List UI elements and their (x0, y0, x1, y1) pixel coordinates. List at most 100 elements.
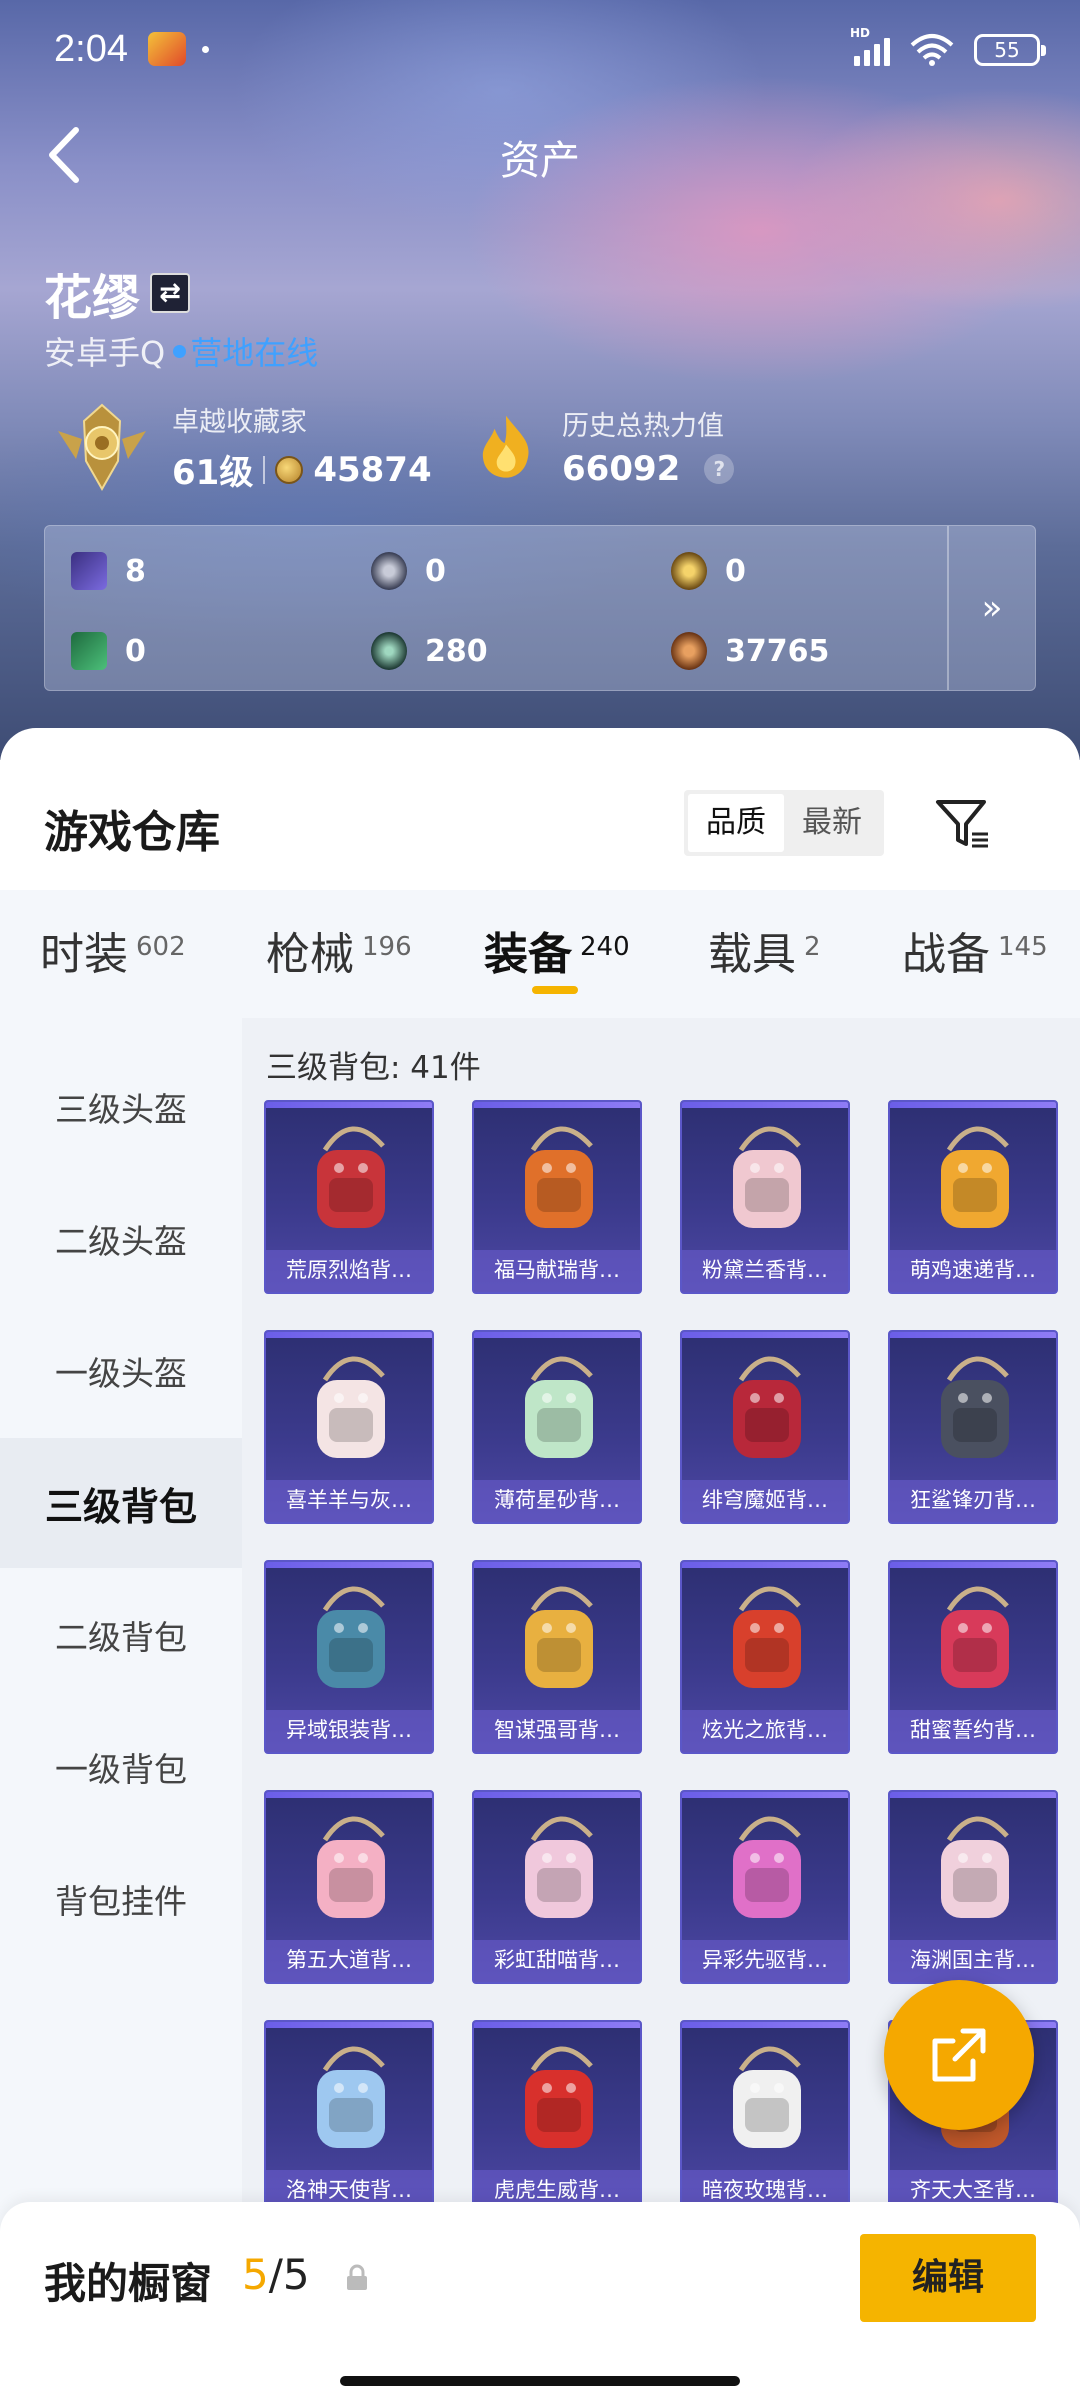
item-name: 薄荷星砂背… (474, 1480, 640, 1522)
tab-supplies[interactable]: 战备 145 (902, 918, 1048, 982)
collector-label: 卓越收藏家 (172, 407, 307, 438)
profile-header: 2:04 HD 55 资产 花缪 ⇄ 安卓手Q 营地在线 卓越收藏家 61级 4… (0, 0, 1080, 760)
item-card[interactable]: 洛神天使背… (264, 2020, 434, 2214)
expand-currencies-button[interactable]: » (947, 526, 1035, 690)
backpack-icon (317, 1816, 385, 1918)
backpack-icon (525, 1356, 593, 1458)
item-name: 甜蜜誓约背… (890, 1710, 1056, 1752)
backpack-icon (525, 1586, 593, 1688)
item-card[interactable]: 荒原烈焰背… (264, 1100, 434, 1294)
filter-icon[interactable] (930, 790, 996, 856)
item-name: 荒原烈焰背… (266, 1250, 432, 1292)
sidebar-item-backpack-3[interactable]: 三级背包 (0, 1438, 242, 1568)
online-status: 营地在线 (190, 334, 319, 372)
item-name: 狂鲨锋刃背… (890, 1480, 1056, 1522)
tab-weapons[interactable]: 枪械 196 (266, 918, 412, 982)
item-card[interactable]: 虎虎生威背… (472, 2020, 642, 2214)
item-name: 海渊国主背… (890, 1940, 1056, 1982)
item-name: 彩虹甜喵背… (474, 1940, 640, 1982)
item-name: 萌鸡速递背… (890, 1250, 1056, 1292)
item-card[interactable]: 智谋强哥背… (472, 1560, 642, 1754)
platform-text: 安卓手Q (44, 334, 166, 372)
gold-badge-icon (671, 552, 707, 590)
edit-button[interactable]: 编辑 (860, 2234, 1036, 2322)
showcase-label: 我的橱窗 (44, 2259, 213, 2308)
username: 花缪 ⇄ (44, 258, 191, 328)
sidebar-item-backpack-2[interactable]: 二级背包 (0, 1570, 242, 1700)
sort-toggle: 品质 最新 (684, 790, 884, 856)
purple-ticket-icon (71, 552, 107, 590)
warehouse-sheet: 游戏仓库 品质 最新 时装 602 枪械 196 装备 240 载具 2 战备 145 三… (0, 728, 1080, 2400)
item-name: 异域银装背… (266, 1710, 432, 1752)
currency-item: 280 (371, 632, 488, 670)
heat-badge[interactable]: 历史总热力值 66092 ? (470, 400, 735, 492)
help-icon[interactable]: ? (704, 453, 735, 484)
tab-equipment[interactable]: 装备 240 (484, 918, 630, 982)
backpack-icon (733, 1356, 801, 1458)
item-card[interactable]: 暗夜玫瑰背… (680, 2020, 850, 2214)
item-card[interactable]: 彩虹甜喵背… (472, 1790, 642, 1984)
item-card[interactable]: 异域银装背… (264, 1560, 434, 1754)
backpack-icon (525, 1126, 593, 1228)
warehouse-title: 游戏仓库 (44, 807, 220, 858)
status-time: 2:04 (54, 28, 128, 70)
item-card[interactable]: 绯穹魔姬背… (680, 1330, 850, 1524)
sidebar-item-helmet-2[interactable]: 二级头盔 (0, 1174, 242, 1304)
heat-value: 66092 (562, 448, 681, 489)
currency-item: 0 (371, 552, 446, 590)
online-dot-icon (173, 344, 187, 358)
status-icons: HD 55 (850, 26, 1046, 70)
sort-quality-button[interactable]: 品质 (688, 794, 784, 852)
username-text: 花缪 (44, 270, 141, 326)
item-card[interactable]: 萌鸡速递背… (888, 1100, 1058, 1294)
sidebar-item-backpack-charm[interactable]: 背包挂件 (0, 1834, 242, 1964)
sidebar-item-helmet-1[interactable]: 一级头盔 (0, 1306, 242, 1436)
item-name: 智谋强哥背… (474, 1710, 640, 1752)
item-card[interactable]: 狂鲨锋刃背… (888, 1330, 1058, 1524)
item-name: 绯穹魔姬背… (682, 1480, 848, 1522)
wifi-icon (910, 34, 954, 66)
item-name: 第五大道背… (266, 1940, 432, 1982)
currency-item: 8 (71, 552, 146, 590)
category-tabs: 时装 602 枪械 196 装备 240 载具 2 战备 145 (0, 890, 1080, 1018)
backpack-icon (317, 1586, 385, 1688)
green-orb-icon (371, 632, 407, 670)
tab-vehicles[interactable]: 载具 2 (708, 918, 821, 982)
tab-fashion[interactable]: 时装 602 (40, 918, 186, 982)
heat-label: 历史总热力值 (562, 410, 724, 442)
flame-icon (482, 415, 529, 478)
divider (263, 455, 266, 484)
item-card[interactable]: 甜蜜誓约背… (888, 1560, 1058, 1754)
home-indicator[interactable] (340, 2376, 740, 2386)
bronze-coin-icon (671, 632, 707, 670)
item-card[interactable]: 薄荷星砂背… (472, 1330, 642, 1524)
item-card[interactable]: 炫光之旅背… (680, 1560, 850, 1754)
switch-account-icon[interactable]: ⇄ (150, 273, 191, 313)
item-name: 粉黛兰香背… (682, 1250, 848, 1292)
network-type: HD (850, 26, 871, 40)
backpack-icon (317, 1356, 385, 1458)
battery-icon: 55 (974, 34, 1046, 66)
currency-panel: 8 0 0 0 280 37765 » (44, 525, 1036, 691)
sidebar-item-helmet-3[interactable]: 三级头盔 (0, 1042, 242, 1172)
item-card[interactable]: 粉黛兰香背… (680, 1100, 850, 1294)
item-card[interactable]: 海渊国主背… (888, 1790, 1058, 1984)
currency-item: 0 (671, 552, 746, 590)
green-ticket-icon (71, 632, 107, 670)
grid-header: 三级背包: 41件 (266, 1050, 481, 1086)
item-card[interactable]: 福马献瑞背… (472, 1100, 642, 1294)
item-card[interactable]: 第五大道背… (264, 1790, 434, 1984)
status-bar: 2:04 HD 55 (0, 0, 1080, 100)
item-card[interactable]: 喜羊羊与灰… (264, 1330, 434, 1524)
notification-dot-icon (202, 46, 209, 53)
item-card[interactable]: 异彩先驱背… (680, 1790, 850, 1984)
sort-newest-button[interactable]: 最新 (784, 794, 880, 852)
backpack-icon (941, 1816, 1009, 1918)
sidebar-item-backpack-1[interactable]: 一级背包 (0, 1702, 242, 1832)
collector-badge[interactable]: 卓越收藏家 61级 45874 (52, 400, 432, 494)
game-app-icon (148, 32, 186, 66)
item-name: 异彩先驱背… (682, 1940, 848, 1982)
account-subline: 安卓手Q 营地在线 (44, 328, 318, 374)
backpack-icon (733, 1126, 801, 1228)
share-button[interactable] (884, 1980, 1034, 2130)
